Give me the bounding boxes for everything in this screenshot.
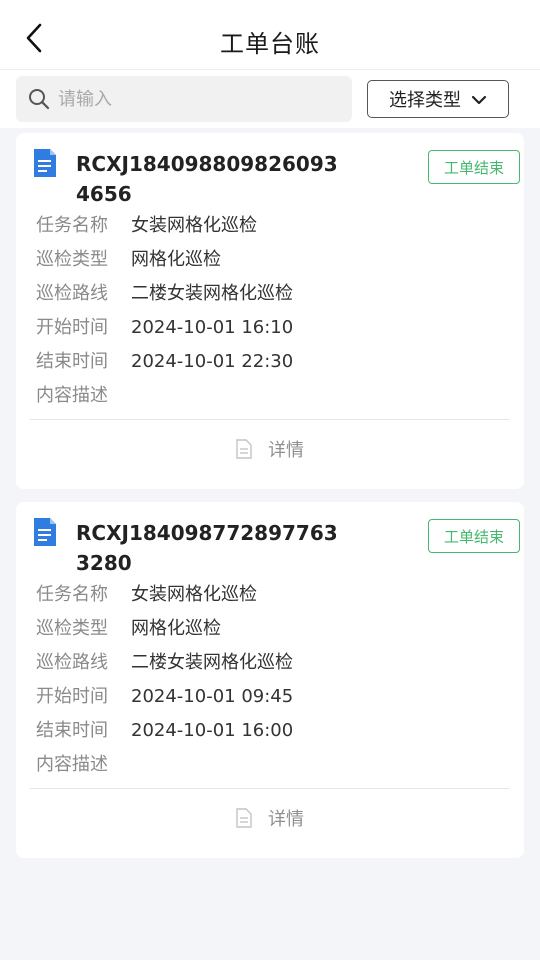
- description-row: 内容描述: [36, 753, 131, 777]
- search-box[interactable]: [16, 76, 352, 122]
- inspection-route-row: 巡检路线 二楼女装网格化巡检: [36, 282, 293, 306]
- start-time-row: 开始时间 2024-10-01 09:45: [36, 685, 293, 709]
- task-name-row: 任务名称 女装网格化巡检: [36, 583, 257, 607]
- inspection-route-value: 二楼女装网格化巡检: [131, 652, 293, 673]
- filter-bar: 选择类型: [0, 70, 540, 128]
- task-name-value: 女装网格化巡检: [131, 215, 257, 236]
- work-order-card[interactable]: RCXJ1840987728977633280 工单结束 任务名称 女装网格化巡…: [16, 502, 524, 858]
- document-icon: [34, 518, 56, 546]
- task-name-label: 任务名称: [36, 584, 108, 605]
- description-label: 内容描述: [36, 385, 108, 406]
- file-icon: [236, 439, 252, 459]
- inspection-type-value: 网格化巡检: [131, 249, 221, 270]
- detail-button[interactable]: 详情: [16, 429, 524, 469]
- inspection-route-value: 二楼女装网格化巡检: [131, 283, 293, 304]
- detail-label: 详情: [268, 440, 304, 461]
- status-badge: 工单结束: [428, 519, 520, 553]
- chevron-down-icon: [471, 95, 487, 105]
- inspection-type-row: 巡检类型 网格化巡检: [36, 617, 221, 641]
- divider: [30, 419, 510, 420]
- search-icon: [29, 89, 50, 110]
- inspection-type-label: 巡检类型: [36, 249, 108, 270]
- document-icon: [34, 149, 56, 177]
- order-code: RCXJ1840987728977633280: [76, 521, 338, 575]
- inspection-type-value: 网格化巡检: [131, 618, 221, 639]
- end-time-value: 2024-10-01 22:30: [131, 351, 294, 372]
- inspection-type-label: 巡检类型: [36, 618, 108, 639]
- search-input[interactable]: [58, 88, 328, 110]
- end-time-value: 2024-10-01 16:00: [131, 720, 294, 741]
- page-title: 工单台账: [220, 30, 320, 58]
- end-time-label: 结束时间: [36, 720, 108, 741]
- end-time-row: 结束时间 2024-10-01 16:00: [36, 719, 293, 743]
- inspection-route-label: 巡检路线: [36, 283, 108, 304]
- task-name-value: 女装网格化巡检: [131, 584, 257, 605]
- status-badge: 工单结束: [428, 150, 520, 184]
- description-label: 内容描述: [36, 754, 108, 775]
- detail-label: 详情: [268, 809, 304, 830]
- task-name-row: 任务名称 女装网格化巡检: [36, 214, 257, 238]
- end-time-row: 结束时间 2024-10-01 22:30: [36, 350, 293, 374]
- detail-button[interactable]: 详情: [16, 798, 524, 838]
- start-time-label: 开始时间: [36, 686, 108, 707]
- task-name-label: 任务名称: [36, 215, 108, 236]
- start-time-label: 开始时间: [36, 317, 108, 338]
- start-time-value: 2024-10-01 16:10: [131, 317, 294, 338]
- type-select-dropdown[interactable]: 选择类型: [367, 80, 509, 118]
- divider: [30, 788, 510, 789]
- description-row: 内容描述: [36, 384, 131, 408]
- work-order-card[interactable]: RCXJ1840988098260934656 工单结束 任务名称 女装网格化巡…: [16, 133, 524, 489]
- type-select-label: 选择类型: [389, 90, 461, 111]
- inspection-route-row: 巡检路线 二楼女装网格化巡检: [36, 651, 293, 675]
- start-time-value: 2024-10-01 09:45: [131, 686, 294, 707]
- start-time-row: 开始时间 2024-10-01 16:10: [36, 316, 293, 340]
- file-icon: [236, 808, 252, 828]
- inspection-type-row: 巡检类型 网格化巡检: [36, 248, 221, 272]
- order-code: RCXJ1840988098260934656: [76, 152, 338, 206]
- top-nav-bar: 工单台账: [0, 0, 540, 70]
- end-time-label: 结束时间: [36, 351, 108, 372]
- inspection-route-label: 巡检路线: [36, 652, 108, 673]
